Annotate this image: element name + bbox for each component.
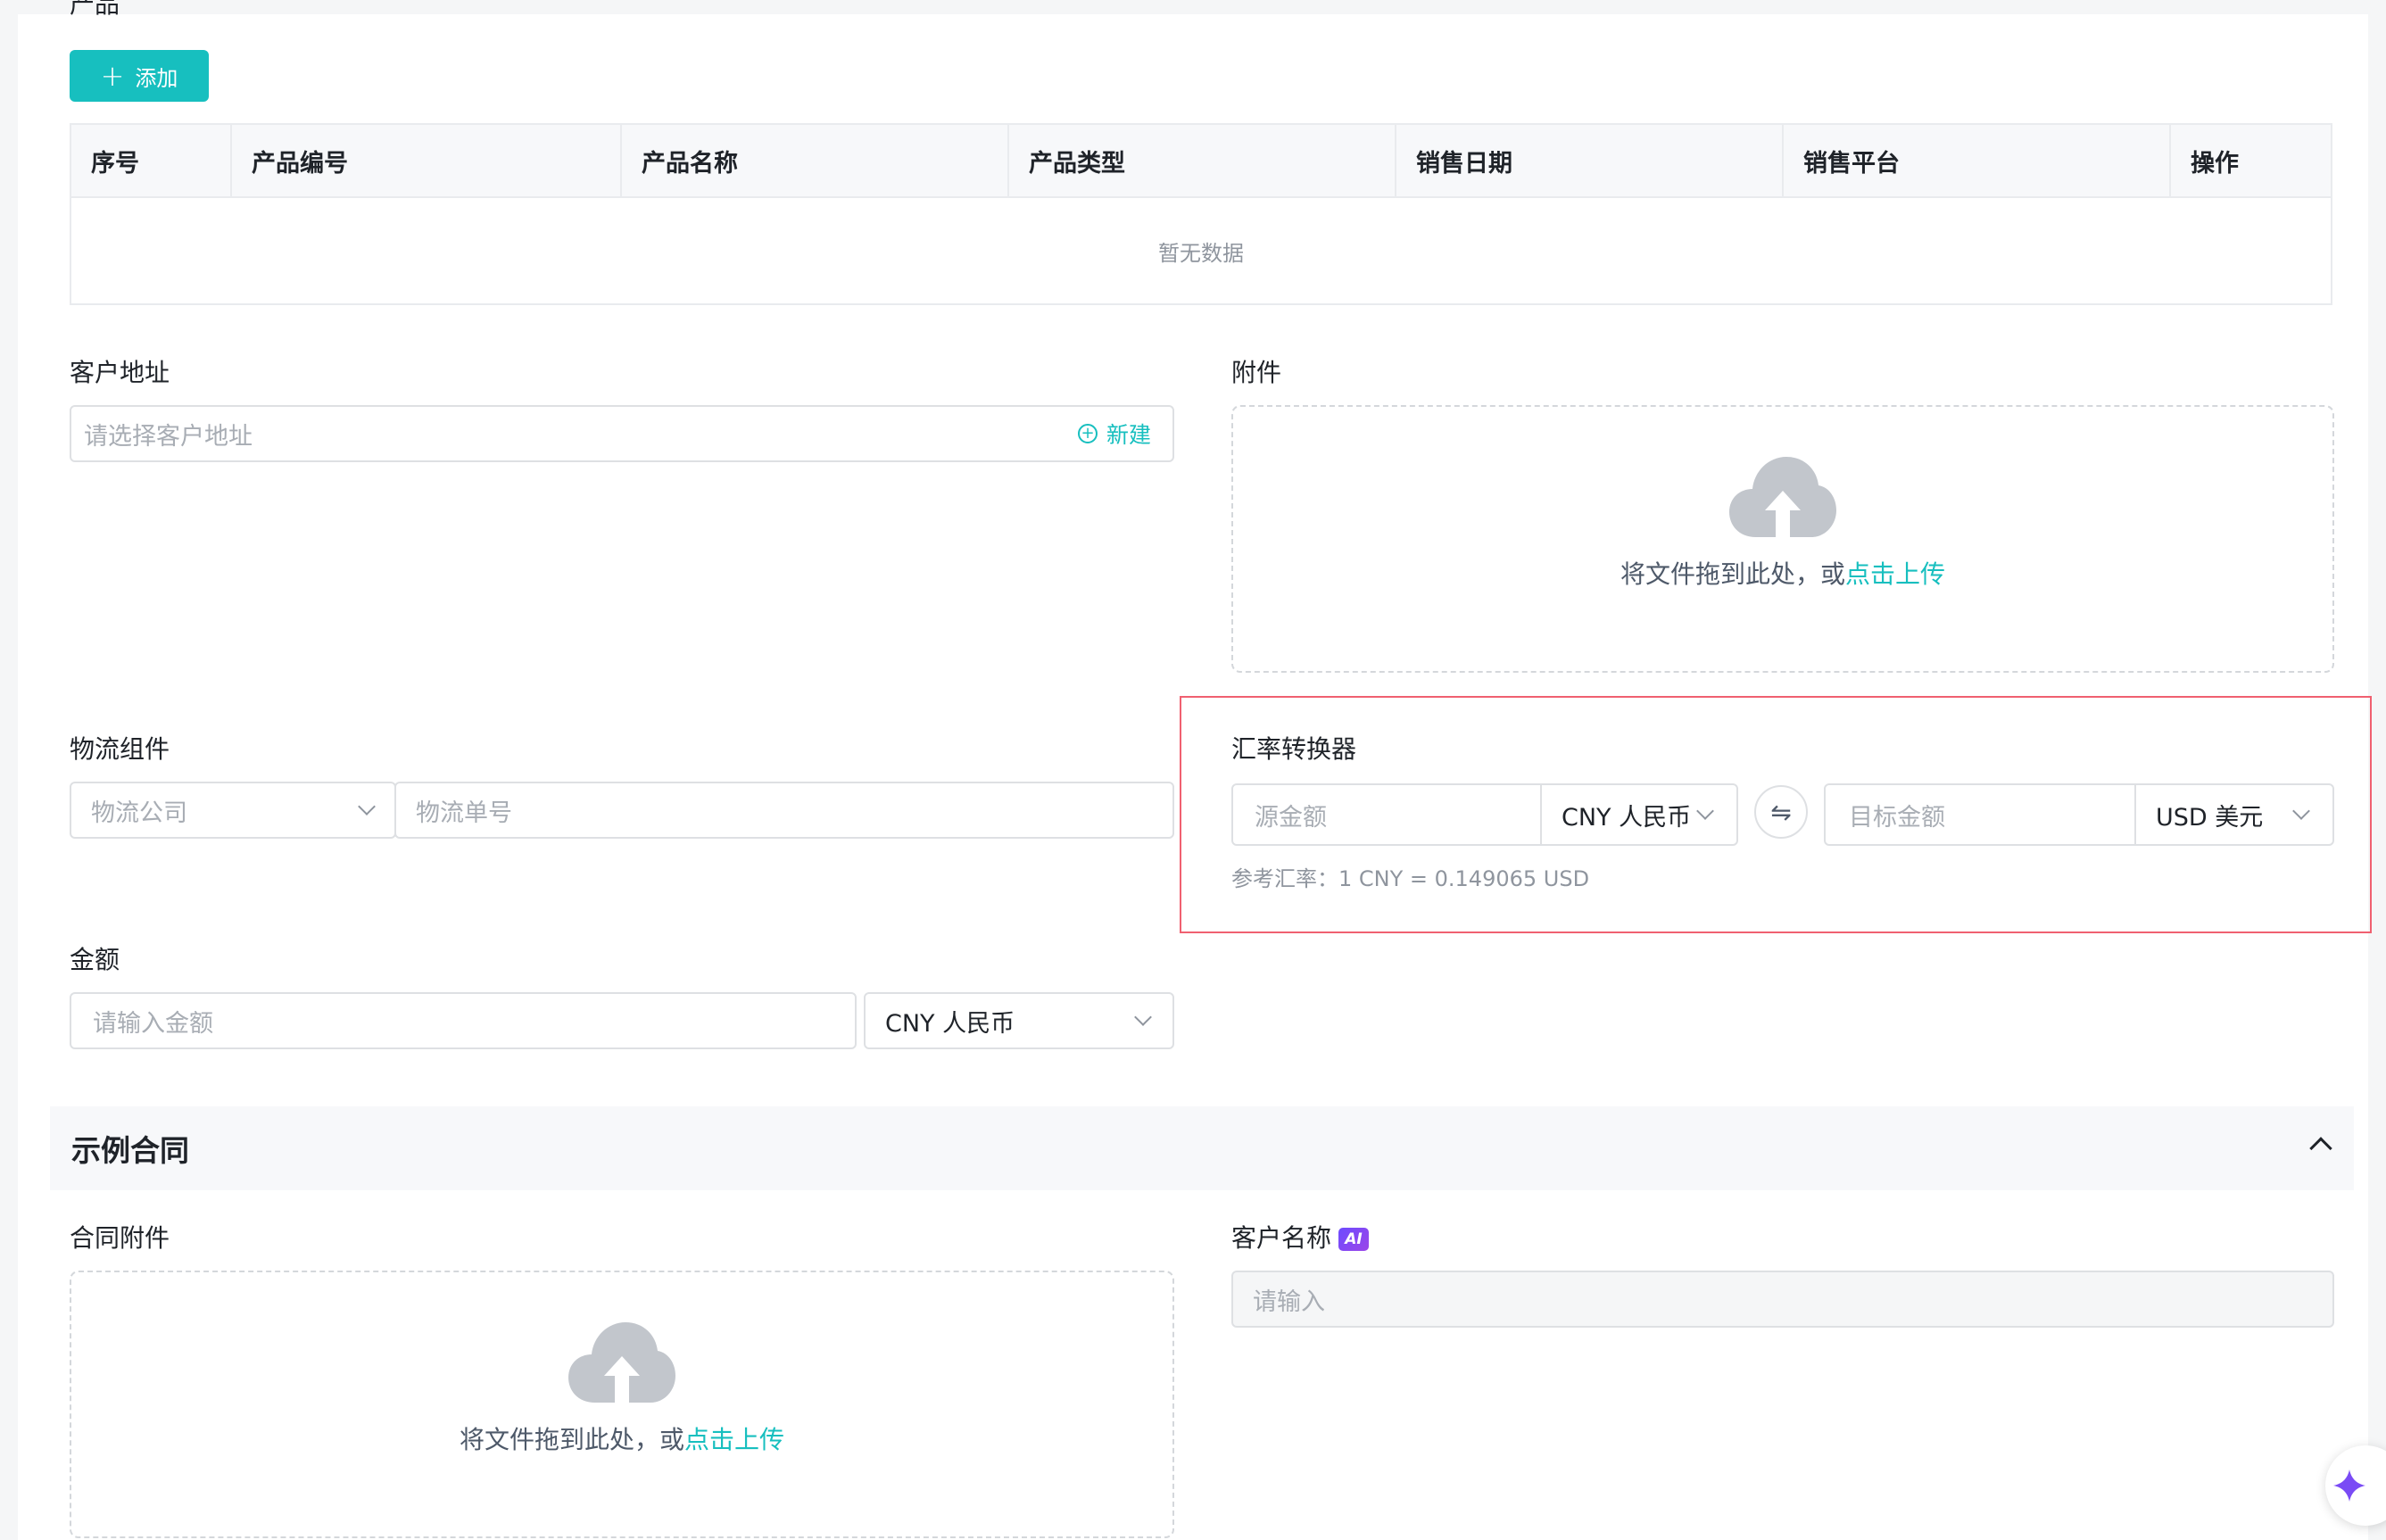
customer-address-select[interactable]: 请选择客户地址 + 新建 <box>70 405 1174 462</box>
new-address-link[interactable]: + 新建 <box>1077 407 1151 460</box>
column-header-product-type: 产品类型 <box>1009 125 1396 196</box>
logistics-company-placeholder: 物流公司 <box>91 799 187 827</box>
chevron-down-icon <box>1134 1008 1152 1026</box>
amount-currency-select[interactable]: CNY 人民币 <box>864 992 1174 1049</box>
amount-placeholder: 请输入金额 <box>93 1009 213 1038</box>
contract-drop-hint: 将文件拖到此处，或 <box>459 1425 684 1454</box>
add-product-button[interactable]: + 添加 <box>70 50 209 102</box>
customer-address-placeholder: 请选择客户地址 <box>84 422 253 451</box>
contract-upload-link[interactable]: 点击上传 <box>684 1425 784 1454</box>
amount-label: 金额 <box>70 945 120 974</box>
contract-attachment-label: 合同附件 <box>70 1223 170 1253</box>
cloud-upload-icon <box>1729 457 1836 539</box>
target-amount-input[interactable]: 目标金额 <box>1824 783 2136 846</box>
target-currency-select[interactable]: USD 美元 <box>2134 783 2334 846</box>
swap-currency-button[interactable]: ⇋ <box>1754 785 1808 839</box>
column-header-product-name: 产品名称 <box>622 125 1009 196</box>
column-header-sale-platform: 销售平台 <box>1784 125 2171 196</box>
column-header-sale-date: 销售日期 <box>1396 125 1784 196</box>
source-currency-select[interactable]: CNY 人民币 <box>1540 783 1738 846</box>
customer-name-placeholder: 请输入 <box>1253 1287 1325 1316</box>
customer-name-label-text: 客户名称 <box>1231 1223 1332 1253</box>
exchange-rate-text: 参考汇率：1 CNY = 0.149065 USD <box>1231 866 1590 891</box>
contract-section-title: 示例合同 <box>71 1133 189 1168</box>
contract-drop-text: 将文件拖到此处，或点击上传 <box>460 1420 784 1456</box>
logistics-number-input[interactable]: 物流单号 <box>394 782 1174 839</box>
logistics-label: 物流组件 <box>70 734 170 764</box>
contract-attachment-dropzone[interactable]: 将文件拖到此处，或点击上传 <box>70 1271 1174 1538</box>
column-header-actions: 操作 <box>2191 149 2239 178</box>
product-section-label: 产品 <box>70 0 120 19</box>
chevron-down-icon <box>358 798 376 816</box>
circle-plus-icon: + <box>1077 424 1098 443</box>
target-amount-placeholder: 目标金额 <box>1849 803 1945 832</box>
target-currency-value: USD 美元 <box>2156 803 2264 832</box>
swap-icon: ⇋ <box>1770 797 1792 827</box>
source-currency-value: CNY 人民币 <box>1562 803 1692 832</box>
customer-address-label: 客户地址 <box>70 358 170 387</box>
table-header: 序号 产品编号 产品名称 产品类型 销售日期 销售平台 操作 <box>71 125 2331 198</box>
product-table: 序号 产品编号 产品名称 产品类型 销售日期 销售平台 操作 暂无数据 <box>70 123 2332 305</box>
customer-name-label: 客户名称 AI <box>1231 1219 1370 1254</box>
attachment-label: 附件 <box>1231 358 1282 387</box>
chevron-down-icon <box>1696 802 1714 820</box>
new-address-label: 新建 <box>1106 422 1151 448</box>
amount-input[interactable]: 请输入金额 <box>70 992 857 1049</box>
chevron-up-icon[interactable] <box>2309 1137 2332 1160</box>
attachment-drop-hint: 将文件拖到此处，或 <box>1620 559 1845 589</box>
plus-icon: + <box>100 59 125 93</box>
attachment-upload-link[interactable]: 点击上传 <box>1845 559 1945 589</box>
source-amount-placeholder: 源金额 <box>1255 803 1327 832</box>
chevron-down-icon <box>2292 802 2310 820</box>
column-header-product-code: 产品编号 <box>232 125 622 196</box>
amount-currency-value: CNY 人民币 <box>885 1009 1015 1038</box>
ai-badge: AI <box>1338 1228 1370 1251</box>
sparkle-icon <box>2333 1470 2365 1502</box>
source-amount-input[interactable]: 源金额 <box>1231 783 1542 846</box>
converter-label: 汇率转换器 <box>1231 734 1357 764</box>
logistics-number-placeholder: 物流单号 <box>416 799 512 827</box>
table-empty-text: 暂无数据 <box>1158 240 1244 266</box>
attachment-dropzone[interactable]: 将文件拖到此处，或点击上传 <box>1231 405 2334 673</box>
logistics-company-select[interactable]: 物流公司 <box>70 782 396 839</box>
column-header-index: 序号 <box>71 125 232 196</box>
attachment-drop-text: 将文件拖到此处，或点击上传 <box>1620 555 1945 591</box>
customer-name-input[interactable]: 请输入 <box>1231 1271 2334 1328</box>
add-button-label: 添加 <box>135 65 178 91</box>
contract-section-header[interactable]: 示例合同 <box>50 1106 2354 1190</box>
cloud-upload-icon <box>568 1322 675 1404</box>
